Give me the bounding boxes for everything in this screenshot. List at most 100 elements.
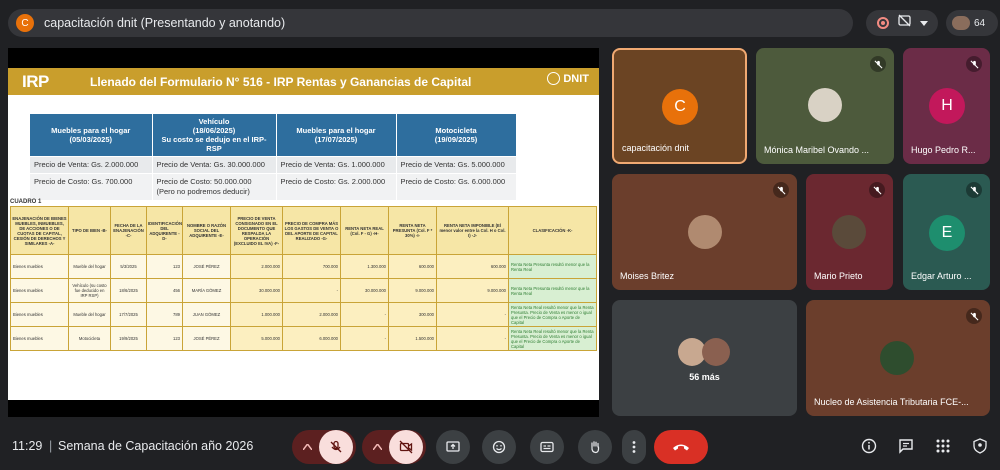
- table-cell: 300.000: [388, 302, 437, 327]
- table-cell: -: [436, 326, 509, 351]
- recording-controls[interactable]: [866, 10, 938, 36]
- cost-price-cell: Precio de Costo: Gs. 6.000.000: [396, 173, 517, 200]
- table-cell: -: [436, 302, 509, 327]
- table-cell: 18/6/2025: [110, 278, 147, 303]
- table-row: Bienes muebles Vehículo (su costo fue de…: [10, 278, 597, 303]
- meeting-title: capacitación dnit (Presentando y anotand…: [44, 16, 286, 30]
- table-cell: Bienes muebles: [10, 254, 69, 279]
- cost-price-cell: Precio de Costo: Gs. 2.000.000: [276, 173, 397, 200]
- bottom-bar: 11:29 | Semana de Capacitación año 2026: [0, 428, 1000, 466]
- mic-off-icon: [966, 308, 982, 324]
- chat-icon[interactable]: [897, 437, 914, 454]
- participant-photo: [702, 338, 730, 366]
- table-cell: 9.000.000: [436, 278, 509, 303]
- table-cell: 30.000.000: [340, 278, 389, 303]
- participant-name: Edgar Arturo ...: [911, 271, 972, 281]
- table-cell: JOSÉ PÉREZ: [182, 254, 231, 279]
- participant-tile[interactable]: Nucleo de Asistencia Tributaria FCE-...: [806, 300, 990, 416]
- asset-header: Motocicleta (19/09/2025): [396, 114, 517, 157]
- presentation-area[interactable]: IRP Llenado del Formulario N° 516 - IRP …: [8, 48, 599, 417]
- table-cell: 1.500.000: [388, 326, 437, 351]
- mic-toggle-button[interactable]: [319, 430, 353, 464]
- mic-off-icon: [966, 56, 982, 72]
- participant-tile[interactable]: H Hugo Pedro R...: [903, 48, 990, 164]
- table-header-row: ENAJENACIÓN DE BIENES MUEBLES, INMUEBLES…: [10, 206, 597, 255]
- recording-icon[interactable]: [876, 17, 889, 29]
- participant-tile[interactable]: Moises Britez: [612, 174, 797, 290]
- participant-name: capacitación dnit: [622, 143, 690, 153]
- asset-header: Muebles para el hogar (05/03/2025): [30, 114, 153, 157]
- participant-tile[interactable]: Mónica Maribel Ovando ...: [756, 48, 894, 164]
- clock: 11:29: [12, 439, 43, 453]
- table-cell: Bienes muebles: [10, 302, 69, 327]
- raise-hand-button[interactable]: [578, 430, 612, 464]
- mic-off-icon: [870, 56, 886, 72]
- meeting-info-icon[interactable]: [860, 437, 877, 454]
- table-cell: 5.000.000: [230, 326, 283, 351]
- column-header: IDENTIFICACIÓN DEL ADQUIRENTE -D-: [146, 206, 183, 255]
- table-cell: 2.000.000: [282, 302, 341, 327]
- table-cell: 5/3/2025: [110, 254, 147, 279]
- host-controls-icon[interactable]: [971, 437, 988, 454]
- table-cell: JOSÉ PÉREZ: [182, 326, 231, 351]
- table-cell: 1.300.000: [340, 254, 389, 279]
- participants-button[interactable]: 64: [946, 10, 998, 36]
- reactions-button[interactable]: [482, 430, 516, 464]
- captions-off-icon[interactable]: [897, 14, 911, 32]
- dnit-logo: DNIT: [547, 72, 589, 85]
- table-cell: MARÍA GÓMEZ: [182, 278, 231, 303]
- participant-count: 64: [974, 17, 986, 29]
- table-cell: 123: [146, 326, 183, 351]
- separator: |: [49, 439, 53, 453]
- table-cell: JUAN GÓMEZ: [182, 302, 231, 327]
- column-header: RENTA NETA REAL (Col. F - G) -H-: [340, 206, 389, 255]
- present-button[interactable]: [436, 430, 470, 464]
- table-cell: Vehículo (su costo fue deducido en IRP R…: [68, 278, 111, 303]
- table-cell: 700.000: [282, 254, 341, 279]
- table-row: Bienes muebles Mueble del hogar 17/7/202…: [10, 302, 597, 327]
- table-row: Bienes muebles Motocicleta 19/9/2025 123…: [10, 326, 597, 351]
- asset-header: Vehículo (18/06/2025) Su costo se dedujo…: [152, 114, 277, 157]
- chevron-down-icon[interactable]: [919, 14, 928, 32]
- camera-control[interactable]: [362, 430, 426, 464]
- table-cell: 600.000: [436, 254, 509, 279]
- camera-toggle-button[interactable]: [389, 430, 423, 464]
- participant-name: Mario Prieto: [814, 271, 863, 281]
- column-header: PRECIO DE VENTA CONSIGNADO EN EL DOCUMEN…: [230, 206, 283, 255]
- dnit-brand: DNIT: [563, 72, 589, 85]
- table-cell: Renta Neta Presunta resultó menor que la…: [508, 254, 597, 279]
- activities-icon[interactable]: [934, 437, 951, 454]
- column-header: CLASIFICACIÓN -K-: [508, 206, 597, 255]
- participant-tile[interactable]: Mario Prieto: [806, 174, 893, 290]
- meeting-title-bar[interactable]: C capacitación dnit (Presentando y anota…: [8, 9, 853, 37]
- asset-header: Muebles para el hogar (17/07/2025): [276, 114, 397, 157]
- camera-off-icon: [399, 440, 413, 454]
- column-header: NOMBRE O RAZÓN SOCIAL DEL ADQUIRENTE -E-: [182, 206, 231, 255]
- participant-name: Hugo Pedro R...: [911, 145, 976, 155]
- participants-avatars-icon: [952, 16, 970, 30]
- slide-title: Llenado del Formulario N° 516 - IRP Rent…: [90, 74, 472, 89]
- more-options-button[interactable]: [622, 430, 646, 464]
- participant-tile[interactable]: E Edgar Arturo ...: [903, 174, 990, 290]
- cuadro-label: CUADRO 1: [10, 199, 42, 205]
- meeting-name: Semana de Capacitación año 2026: [58, 439, 254, 453]
- mic-options-button[interactable]: [295, 430, 319, 464]
- self-tile[interactable]: C capacitación dnit: [612, 48, 747, 164]
- cuadro-1-table: ENAJENACIÓN DE BIENES MUEBLES, INMUEBLES…: [10, 206, 597, 351]
- column-header: ENAJENACIÓN DE BIENES MUEBLES, INMUEBLES…: [10, 206, 69, 255]
- slide-header: IRP Llenado del Formulario N° 516 - IRP …: [8, 68, 599, 95]
- table-cell: Mueble del hogar: [68, 302, 111, 327]
- more-participants-tile[interactable]: 56 más: [612, 300, 797, 416]
- leave-call-button[interactable]: [654, 430, 708, 464]
- captions-button[interactable]: [530, 430, 564, 464]
- table-cell: Renta Neta Real resultó menor que la Ren…: [508, 326, 597, 351]
- sale-price-cell: Precio de Venta: Gs. 1.000.000: [276, 156, 397, 174]
- cost-price-cell: Precio de Costo: 50.000.000 (Pero no pod…: [152, 173, 277, 200]
- microphone-control[interactable]: [292, 430, 356, 464]
- table-cell: 1.000.000: [230, 302, 283, 327]
- irp-logo: IRP: [22, 71, 49, 91]
- camera-options-button[interactable]: [365, 430, 389, 464]
- emoji-icon: [492, 440, 506, 454]
- sale-price-cell: Precio de Venta: Gs. 30.000.000: [152, 156, 277, 174]
- present-screen-icon: [446, 441, 460, 452]
